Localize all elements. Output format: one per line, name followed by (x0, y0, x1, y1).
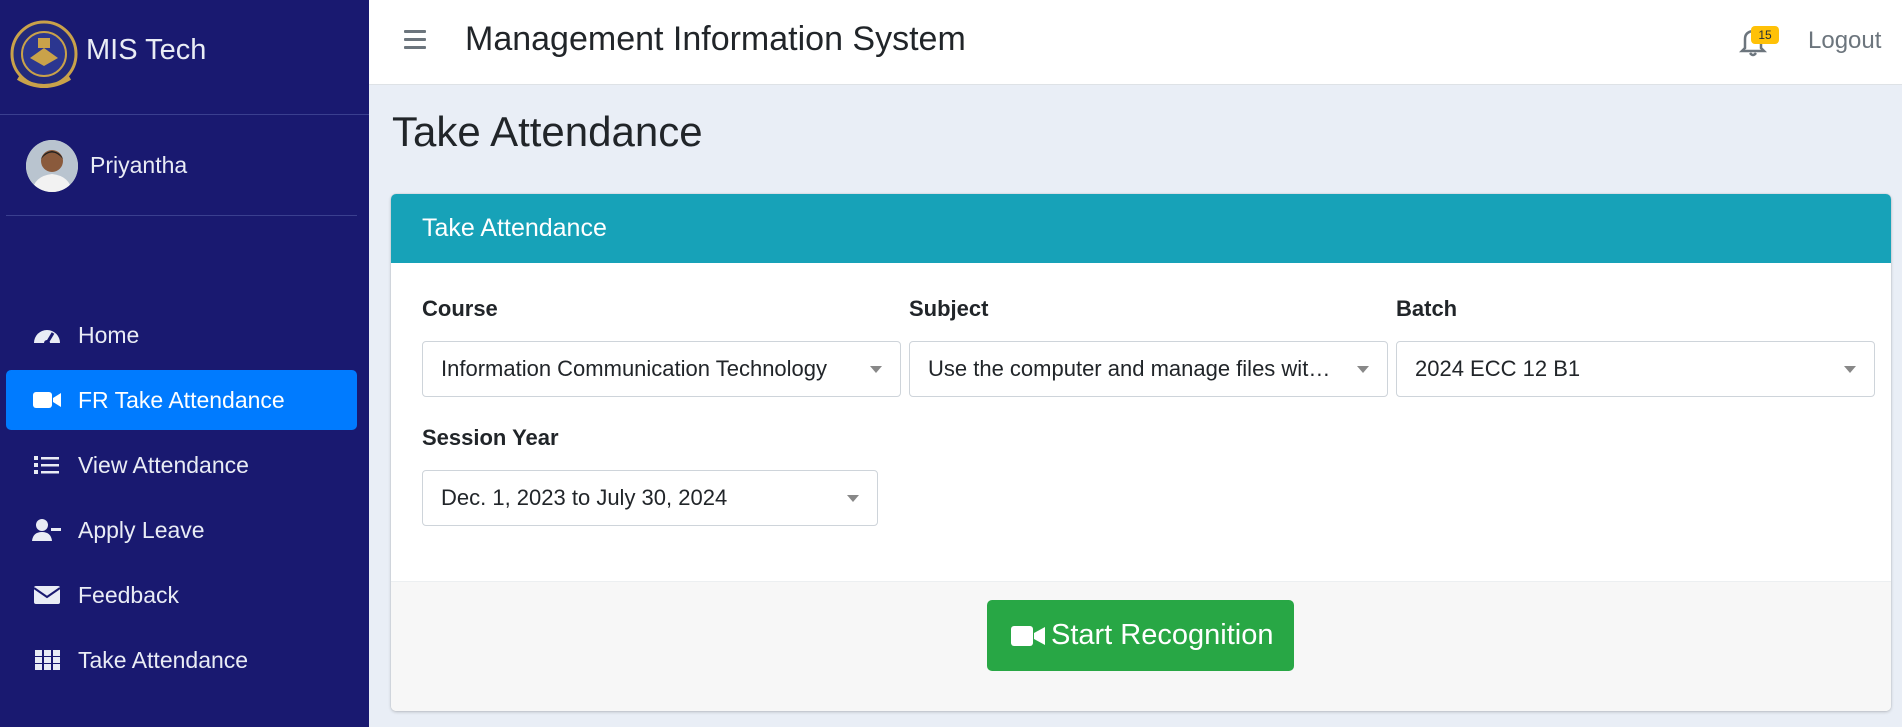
user-panel[interactable]: Priyantha (6, 116, 357, 216)
chevron-down-icon (847, 495, 859, 502)
subject-select[interactable]: Use the computer and manage files with a… (909, 341, 1388, 397)
subject-label: Subject (909, 296, 989, 321)
user-name: Priyantha (90, 152, 188, 178)
batch-value: 2024 ECC 12 B1 (1415, 356, 1581, 381)
video-camera-icon (33, 392, 61, 408)
sidebar-item-label: View Attendance (78, 452, 249, 478)
envelope-icon (33, 586, 61, 604)
sidebar-item-take-attendance[interactable]: Take Attendance (6, 630, 357, 690)
start-recognition-label: Start Recognition (1051, 619, 1274, 651)
sidebar-item-label: Take Attendance (78, 647, 249, 673)
sidebar-item-label: Home (78, 322, 140, 348)
sidebar-item-view-attendance[interactable]: View Attendance (6, 435, 357, 495)
avatar (26, 140, 78, 192)
notification-badge: 15 (1751, 26, 1779, 44)
dashboard-icon (34, 330, 60, 346)
sidebar-item-home[interactable]: Home (6, 305, 357, 365)
start-recognition-button[interactable]: Start Recognition (987, 600, 1294, 671)
sidebar-nav: Home FR Take Attendance View Attendance (6, 305, 357, 695)
course-label: Course (422, 296, 498, 321)
sidebar-item-label: Apply Leave (78, 517, 205, 543)
batch-label: Batch (1396, 296, 1458, 321)
video-camera-icon (1011, 626, 1045, 646)
session-year-label: Session Year (422, 425, 559, 450)
grid-icon (35, 650, 60, 670)
attendance-card: Take Attendance Course Information Commu… (391, 194, 1891, 711)
session-year-value: Dec. 1, 2023 to July 30, 2024 (441, 485, 728, 510)
course-select[interactable]: Information Communication Technology (422, 341, 901, 397)
page-title: Take Attendance (392, 108, 703, 155)
menu-toggle-icon[interactable] (404, 30, 426, 50)
user-minus-icon (32, 519, 61, 541)
card-title: Take Attendance (422, 214, 607, 242)
brand[interactable]: MIS Tech (0, 0, 369, 115)
sidebar-item-apply-leave[interactable]: Apply Leave (6, 500, 357, 560)
topbar: Management Information System 15 Logout (369, 0, 1902, 85)
logout-link[interactable]: Logout (1808, 27, 1881, 55)
subject-value: Use the computer and manage files with a… (928, 356, 1336, 381)
batch-select[interactable]: 2024 ECC 12 B1 (1396, 341, 1875, 397)
chevron-down-icon (1844, 366, 1856, 373)
chevron-down-icon (870, 366, 882, 373)
list-icon (34, 456, 59, 474)
sidebar-item-label: FR Take Attendance (78, 387, 285, 413)
brand-logo (10, 20, 78, 88)
sidebar-item-feedback[interactable]: Feedback (6, 565, 357, 625)
card-footer: Start Recognition (391, 581, 1891, 711)
card-header: Take Attendance (391, 194, 1891, 263)
chevron-down-icon (1357, 366, 1369, 373)
brand-name: MIS Tech (86, 34, 207, 66)
session-year-select[interactable]: Dec. 1, 2023 to July 30, 2024 (422, 470, 878, 526)
course-value: Information Communication Technology (441, 356, 828, 381)
sidebar-item-label: Feedback (78, 582, 180, 608)
app-title: Management Information System (465, 20, 966, 58)
sidebar-item-fr-take-attendance[interactable]: FR Take Attendance (6, 370, 357, 430)
sidebar: MIS Tech Priyantha Home FR Take Attendan… (0, 0, 369, 727)
